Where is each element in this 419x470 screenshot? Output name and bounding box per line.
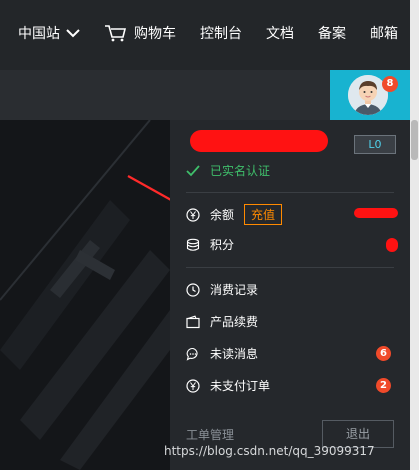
scrollbar-thumb[interactable]: [411, 120, 418, 160]
redacted-username: [190, 130, 328, 152]
menu-item-label: 未支付订单: [210, 379, 271, 393]
points-label: 积分: [210, 238, 235, 252]
nav-filing[interactable]: 备案: [318, 23, 346, 43]
message-icon: [186, 347, 198, 361]
notification-badge: 8: [382, 76, 398, 92]
nav-docs[interactable]: 文档: [266, 23, 294, 43]
yen-icon: [186, 207, 200, 222]
scrollbar[interactable]: [410, 0, 419, 470]
nav-cart[interactable]: 购物车: [104, 23, 176, 43]
menu-item-label: 消费记录: [210, 283, 259, 297]
menu-item-label: 未读消息: [210, 347, 259, 361]
menu-item-unpaid-orders[interactable]: 未支付订单: [186, 377, 270, 394]
nav-mail[interactable]: 邮箱: [370, 23, 398, 43]
account-dropdown: L0 已实名认证 余额 充值 积分 消费记录 产品续费 未读消息 6 未支付订单…: [170, 120, 410, 470]
ticket-management-link[interactable]: 工单管理: [186, 426, 234, 443]
level-badge: L0: [354, 135, 396, 154]
verified-status: 已实名认证: [186, 162, 270, 179]
menu-item-consumption[interactable]: 消费记录: [186, 281, 258, 298]
verified-label: 已实名认证: [210, 164, 271, 178]
unpaid-count-badge: 2: [376, 378, 391, 393]
watermark: https://blog.csdn.net/qq_39099317: [164, 444, 375, 458]
divider: [186, 267, 394, 268]
balance-row: 余额 充值: [186, 204, 283, 225]
check-icon: [186, 164, 200, 176]
balance-label: 余额: [210, 208, 235, 222]
top-navigation: 中国站 购物车 控制台 文档 备案 邮箱: [0, 0, 419, 71]
menu-item-unread-messages[interactable]: 未读消息: [186, 345, 258, 362]
region-label: 中国站: [18, 26, 60, 42]
wallet-icon: [186, 315, 200, 328]
divider: [186, 192, 394, 193]
redacted-points: [386, 238, 398, 252]
nav-console[interactable]: 控制台: [200, 23, 242, 43]
redacted-balance: [354, 208, 398, 218]
menu-item-label: 产品续费: [210, 315, 259, 329]
points-row: 积分: [186, 236, 234, 253]
coins-icon: [186, 238, 200, 251]
clock-icon: [186, 282, 200, 297]
recharge-button[interactable]: 充值: [244, 204, 283, 225]
cart-icon: [105, 25, 126, 42]
region-selector[interactable]: 中国站: [18, 23, 80, 43]
unread-count-badge: 6: [376, 346, 391, 361]
menu-item-renewal[interactable]: 产品续费: [186, 313, 258, 330]
account-avatar-button[interactable]: 8: [330, 70, 410, 120]
yen-icon: [186, 378, 200, 393]
chevron-down-icon: [66, 29, 80, 38]
nav-cart-label: 购物车: [134, 26, 176, 42]
